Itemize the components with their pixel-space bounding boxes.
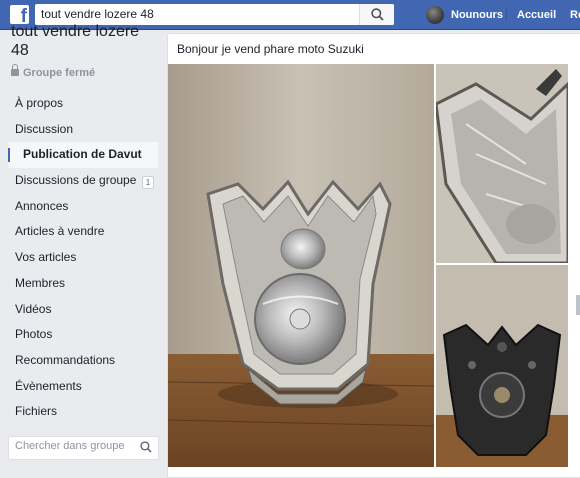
lock-icon [11,64,19,76]
search-button[interactable] [359,4,394,25]
scrollbar-thumb[interactable] [576,295,580,315]
menu-item-photos[interactable]: Photos [8,322,158,348]
nav-overflow-link[interactable]: Re [570,9,580,21]
menu-item-members[interactable]: Membres [8,271,158,297]
menu-item-announcements[interactable]: Annonces [8,194,158,220]
menu-item-your-items[interactable]: Vos articles [8,245,158,271]
menu-item-events[interactable]: Évènements [8,374,158,400]
menu-item-post-by-davut[interactable]: Publication de Davut [8,142,158,169]
group-title[interactable]: tout vendre lozere 48 [11,22,161,60]
headlight-front-photo[interactable] [168,64,434,467]
menu-item-for-sale[interactable]: Articles à vendre [8,219,158,245]
group-search-input[interactable] [15,440,133,452]
global-search-input[interactable]: tout vendre lozere 48 [41,7,154,21]
search-icon [371,8,384,21]
menu-item-videos[interactable]: Vidéos [8,297,158,323]
group-search-box[interactable] [8,436,159,460]
menu-item-group-chats[interactable]: Discussions de groupe 1 [8,168,158,194]
group-navigation-menu: À propos Discussion Publication de Davut… [8,91,158,425]
menu-item-discussion[interactable]: Discussion [8,117,158,143]
nav-divider [506,9,507,21]
profile-name: Nounours [451,9,503,21]
post-text: Bonjour je vend phare moto Suzuki [177,42,364,56]
post-card: Bonjour je vend phare moto Suzuki [167,33,580,478]
group-privacy-status: Groupe fermé [11,64,95,79]
unread-count-badge: 1 [142,176,154,190]
menu-item-recommendations[interactable]: Recommandations [8,348,158,374]
headlight-back-photo[interactable] [436,265,568,467]
home-link[interactable]: Accueil [517,9,556,21]
headlight-side-photo[interactable] [436,64,568,263]
menu-item-files[interactable]: Fichiers [8,399,158,425]
avatar [426,6,444,24]
menu-item-about[interactable]: À propos [8,91,158,117]
search-icon[interactable] [140,441,152,453]
